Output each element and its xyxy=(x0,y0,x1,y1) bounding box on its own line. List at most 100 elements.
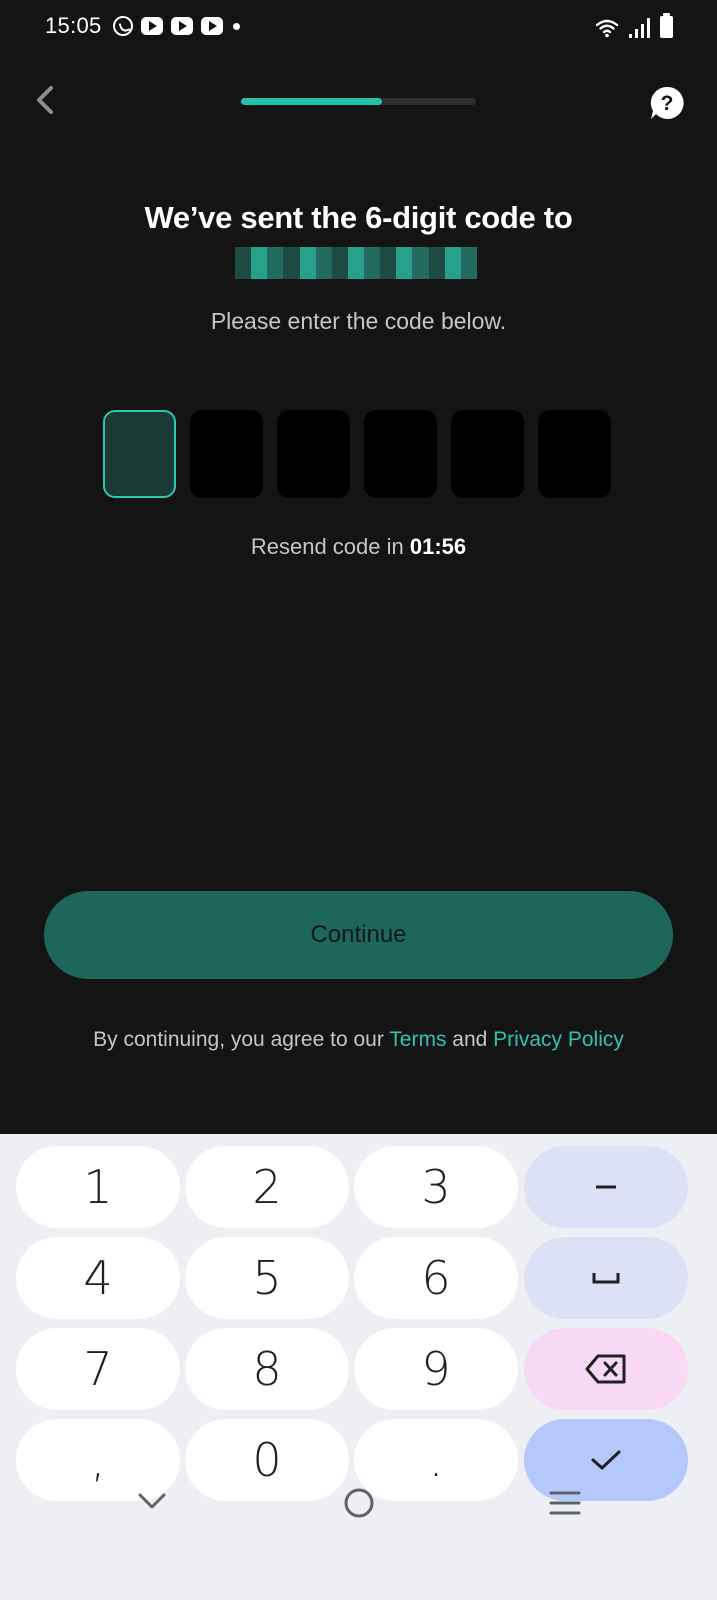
masked-pixel xyxy=(444,263,461,279)
privacy-policy-link[interactable]: Privacy Policy xyxy=(493,1028,624,1051)
key-label: 5 xyxy=(252,1251,282,1305)
key-dash[interactable] xyxy=(524,1146,688,1228)
key-label: 4 xyxy=(83,1251,113,1305)
masked-pixel xyxy=(347,263,365,279)
masked-pixel xyxy=(347,247,365,263)
notification-icons xyxy=(113,14,240,38)
key-label: 9 xyxy=(421,1342,451,1396)
check-icon xyxy=(591,1450,621,1470)
key-label: . xyxy=(428,1433,444,1487)
page-title: We’ve sent the 6-digit code to xyxy=(144,200,573,235)
numeric-keyboard: 1 2 3 4 5 6 7 8 9, 0. xyxy=(0,1134,717,1600)
key-label: 6 xyxy=(421,1251,451,1305)
masked-pixel xyxy=(299,263,316,279)
masked-pixel xyxy=(428,247,445,263)
masked-pixel xyxy=(331,263,348,279)
masked-pixel xyxy=(267,247,284,263)
key-backspace[interactable] xyxy=(524,1328,688,1410)
masked-pixel xyxy=(251,247,268,263)
space-icon xyxy=(592,1273,620,1284)
svg-text:?: ? xyxy=(661,92,674,115)
key-2[interactable]: 2 xyxy=(185,1146,349,1228)
status-time: 15:05 xyxy=(45,13,102,38)
resend-code-text: Resend code in 01:56 xyxy=(0,534,717,560)
legal-prefix: By continuing, you agree to our xyxy=(93,1028,390,1051)
whatsapp-icon xyxy=(113,16,133,36)
key-period[interactable]: . xyxy=(354,1419,518,1501)
masked-pixel xyxy=(380,263,397,279)
masked-pixel xyxy=(251,263,268,279)
masked-pixel xyxy=(283,263,300,279)
masked-pixel xyxy=(380,247,397,263)
masked-pixel xyxy=(412,263,429,279)
key-3[interactable]: 3 xyxy=(354,1146,518,1228)
code-digit-input[interactable] xyxy=(190,410,263,498)
key-7[interactable]: 7 xyxy=(16,1328,180,1410)
signal-icon xyxy=(629,18,650,38)
continue-button[interactable]: Continue xyxy=(44,891,673,979)
masked-pixel xyxy=(235,263,252,279)
question-bubble-icon: ? xyxy=(650,86,684,119)
code-digit-input[interactable] xyxy=(451,410,524,498)
key-9[interactable]: 9 xyxy=(354,1328,518,1410)
masked-pixel xyxy=(315,263,332,279)
key-label: 3 xyxy=(421,1160,451,1214)
legal-text: By continuing, you agree to our Terms an… xyxy=(0,1028,717,1052)
code-digit-input[interactable] xyxy=(538,410,611,498)
key-label: 7 xyxy=(83,1342,113,1396)
status-bar: 15:05 xyxy=(0,0,717,52)
masked-phone-number xyxy=(235,247,477,279)
key-5[interactable]: 5 xyxy=(185,1237,349,1319)
progress-bar xyxy=(241,98,476,105)
key-label: 0 xyxy=(252,1433,282,1487)
resend-timer: 01:56 xyxy=(409,534,467,559)
resend-label: Resend code in xyxy=(250,534,410,559)
wifi-icon xyxy=(595,19,619,38)
home-circle-icon[interactable] xyxy=(342,1486,376,1520)
masked-pixel xyxy=(315,247,332,263)
progress-fill xyxy=(241,98,382,105)
key-comma[interactable]: , xyxy=(16,1419,180,1501)
key-1[interactable]: 1 xyxy=(16,1146,180,1228)
notification-dot-icon xyxy=(233,22,240,30)
key-0[interactable]: 0 xyxy=(185,1419,349,1501)
terms-link[interactable]: Terms xyxy=(389,1028,446,1051)
code-digit-input[interactable] xyxy=(103,410,176,498)
backspace-icon xyxy=(585,1354,626,1384)
masked-pixel xyxy=(364,263,381,279)
help-button[interactable]: ? xyxy=(650,86,684,120)
key-6[interactable]: 6 xyxy=(354,1237,518,1319)
masked-pixel xyxy=(235,247,252,263)
key-label: 1 xyxy=(83,1160,113,1214)
masked-pixel xyxy=(460,247,477,263)
recent-apps-icon[interactable] xyxy=(548,1490,582,1516)
legal-and: and xyxy=(446,1028,494,1051)
key-label: 2 xyxy=(252,1160,282,1214)
subtitle: Please enter the code below. xyxy=(210,308,507,334)
masked-pixel xyxy=(460,263,477,279)
system-icons xyxy=(595,12,673,38)
code-digit-input[interactable] xyxy=(364,410,437,498)
back-button[interactable] xyxy=(26,80,66,120)
masked-pixel xyxy=(364,247,381,263)
masked-pixel xyxy=(299,247,316,263)
masked-pixel xyxy=(283,247,300,263)
youtube-icon xyxy=(141,17,163,35)
chevron-down-icon[interactable] xyxy=(136,1490,168,1512)
key-4[interactable]: 4 xyxy=(16,1237,180,1319)
key-8[interactable]: 8 xyxy=(185,1328,349,1410)
masked-pixel xyxy=(331,247,348,263)
masked-pixel xyxy=(267,263,284,279)
battery-icon xyxy=(660,13,673,38)
masked-pixel xyxy=(396,263,413,279)
key-label: 8 xyxy=(252,1342,282,1396)
key-done[interactable] xyxy=(524,1419,688,1501)
masked-pixel xyxy=(428,263,445,279)
chevron-left-icon xyxy=(37,86,53,114)
dash-icon xyxy=(596,1185,616,1189)
key-label: , xyxy=(90,1433,106,1487)
code-digit-input[interactable] xyxy=(277,410,350,498)
masked-pixel xyxy=(396,247,413,263)
key-space[interactable] xyxy=(524,1237,688,1319)
code-input-group xyxy=(103,410,611,498)
